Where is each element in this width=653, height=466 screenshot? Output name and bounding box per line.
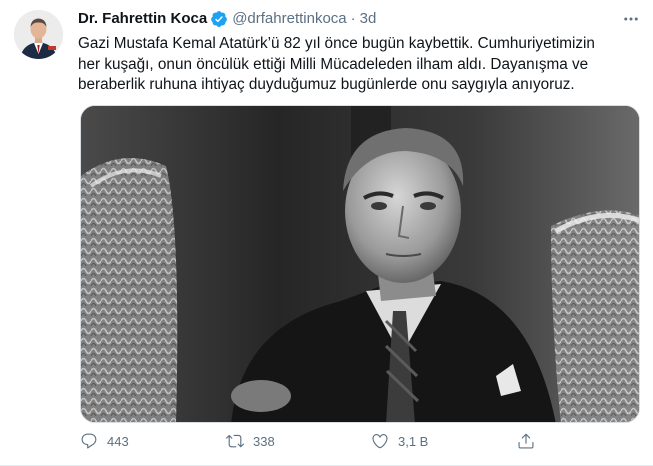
author-handle[interactable]: @drfahrettinkoca (232, 9, 346, 29)
share-button[interactable] (517, 432, 544, 450)
author-avatar[interactable] (14, 10, 63, 59)
tweet-header: Dr. Fahrettin Koca @drfahrettinkoca · 3d (78, 9, 376, 29)
more-options-icon[interactable] (621, 10, 641, 28)
retweet-button[interactable]: 338 (226, 432, 275, 450)
tweet-timestamp[interactable]: 3d (360, 9, 377, 29)
retweet-icon (226, 434, 244, 448)
reply-button[interactable]: 443 (80, 432, 129, 450)
heart-icon (372, 434, 388, 449)
header-separator: · (350, 10, 356, 27)
reply-count: 443 (107, 433, 129, 449)
like-count: 3,1 B (398, 433, 429, 449)
reply-icon (81, 433, 97, 449)
author-name[interactable]: Dr. Fahrettin Koca (78, 9, 207, 29)
verified-badge-icon (210, 10, 228, 28)
tweet-text: Gazi Mustafa Kemal Atatürk’ü 82 yıl önce… (78, 35, 595, 93)
tweet-card[interactable]: Dr. Fahrettin Koca @drfahrettinkoca · 3d… (0, 0, 653, 466)
retweet-count: 338 (253, 433, 275, 449)
like-button[interactable]: 3,1 B (371, 432, 428, 450)
tweet-media-photo[interactable] (80, 105, 640, 423)
tweet-actions: 443 338 3,1 B (80, 432, 560, 454)
share-icon (518, 433, 534, 449)
